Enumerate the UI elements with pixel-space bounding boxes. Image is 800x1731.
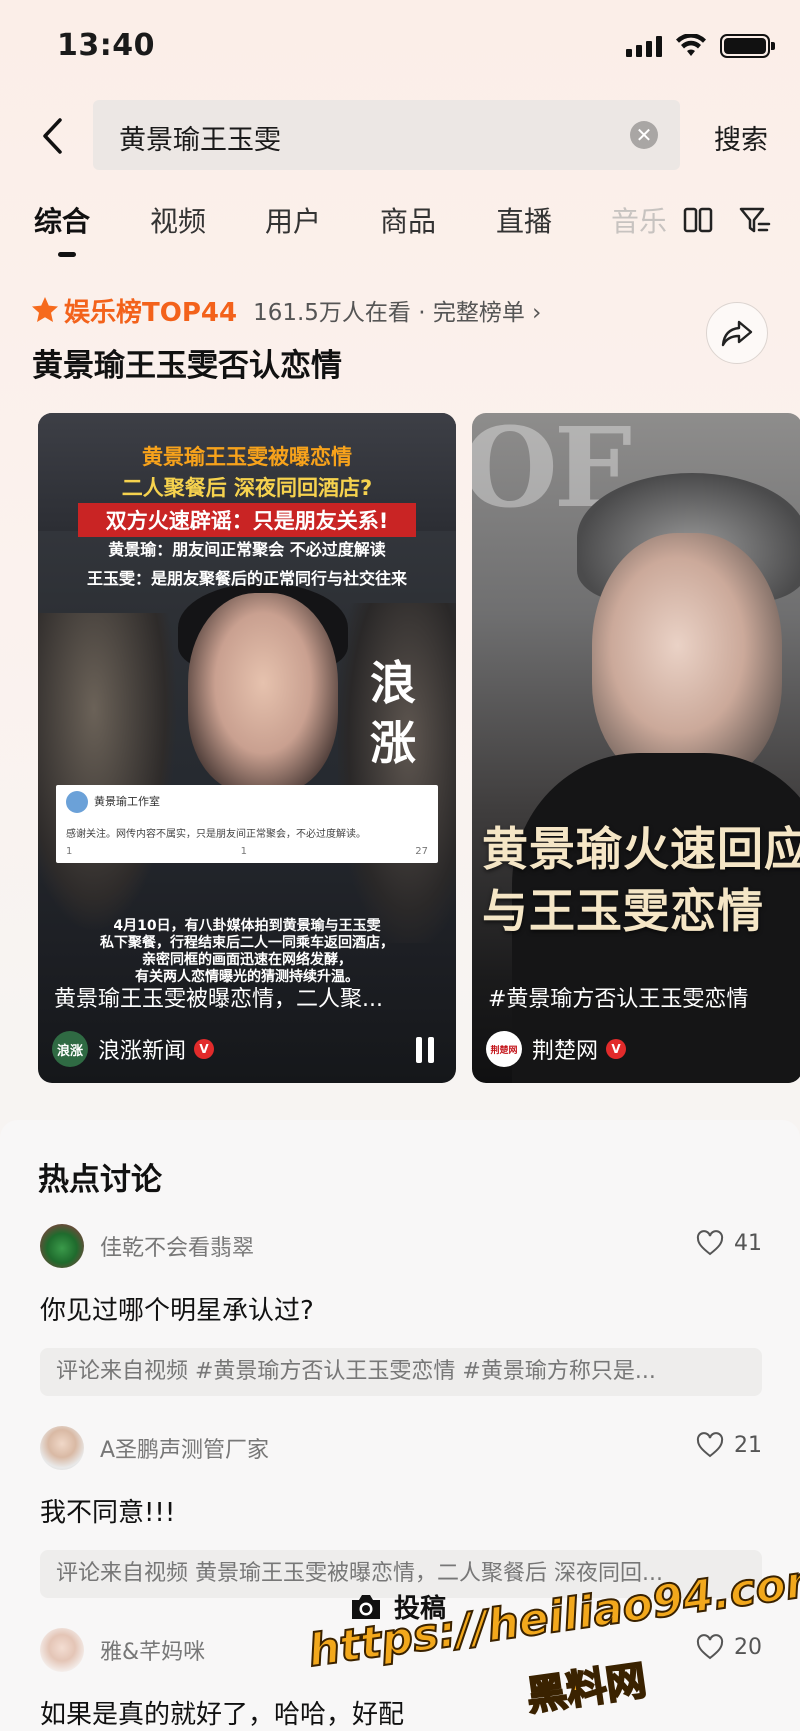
avatar[interactable] <box>40 1426 84 1470</box>
ranking-label: 娱乐榜TOP44 <box>64 297 238 328</box>
clear-search-icon[interactable]: ✕ <box>630 121 658 149</box>
like-count: 21 <box>734 1432 762 1458</box>
wifi-icon <box>676 34 706 56</box>
like-count: 41 <box>734 1230 762 1256</box>
status-bar: 13:40 <box>0 0 800 96</box>
back-button[interactable] <box>32 112 72 160</box>
overlay-title-1: 黄景瑜王玉雯被曝恋情 <box>142 445 352 469</box>
chevron-left-icon <box>43 118 62 154</box>
comment-source-ref[interactable]: 评论来自视频 #黄景瑜方否认王玉雯恋情 #黄景瑜方称只是... <box>40 1348 762 1396</box>
like-count: 27 <box>415 846 428 857</box>
post-text: 我不同意!!! <box>40 1498 176 1528</box>
overlay-title-2: 二人聚餐后 深夜同回酒店? <box>121 476 373 500</box>
overlay-subtitle-2: 王玉雯：是朋友聚餐后的正常同行与社交往来 <box>86 569 407 588</box>
source-name: 荆楚网 <box>532 1039 599 1064</box>
search-input[interactable]: 黄景瑜王玉雯 ✕ <box>93 100 680 170</box>
section-title: 热点讨论 <box>38 1162 162 1198</box>
caption-line: 私下聚餐，行程结束后二人一同乘车返回酒店， <box>100 935 394 951</box>
post-username[interactable]: 雅&芊妈咪 <box>100 1634 205 1666</box>
overlay-title-1: 黄景瑜火速回应 <box>482 822 800 876</box>
source-name: 浪涨新闻 <box>98 1039 187 1064</box>
like-button[interactable]: 21 <box>696 1432 762 1458</box>
cellular-signal-icon <box>626 35 662 57</box>
share-button[interactable] <box>706 302 768 364</box>
video-title[interactable]: 黄景瑜王玉雯被曝恋情，二人聚... <box>54 981 446 1013</box>
avatar[interactable] <box>40 1628 84 1672</box>
status-icons <box>626 34 775 58</box>
comment-count: 1 <box>240 846 247 857</box>
tab-comprehensive[interactable]: 综合 <box>34 200 90 240</box>
status-time: 13:40 <box>57 28 155 63</box>
overlay-title-2: 与王玉雯恋情 <box>482 884 764 938</box>
heart-icon <box>696 1432 724 1458</box>
tab-products[interactable]: 商品 <box>380 200 436 240</box>
post-username[interactable]: A圣鹏声测管厂家 <box>100 1432 269 1464</box>
caption-line: 亲密同框的画面迅速在网络发酵， <box>142 952 352 968</box>
video-title[interactable]: #黄景瑜方否认王玉雯恋情 <box>488 981 792 1013</box>
post-text: 你见过哪个明星承认过? <box>40 1296 314 1326</box>
video-card-carousel: 黄景瑜王玉雯被曝恋情 二人聚餐后 深夜同回酒店? 双方火速辟谣：只是朋友关系! … <box>38 413 800 1085</box>
video-card[interactable]: OF 黄景瑜火速回应 与王玉雯恋情 #黄景瑜方否认王玉雯恋情 荆楚网 荆楚网 V <box>472 413 800 1083</box>
video-source[interactable]: 浪涨 浪涨新闻 V <box>52 1031 215 1067</box>
search-row: 黄景瑜王玉雯 ✕ 搜索 <box>0 100 800 172</box>
avatar[interactable] <box>40 1224 84 1268</box>
caption-line: 4月10日，有八卦媒体拍到黄景瑜与王玉雯 <box>113 918 381 934</box>
weibo-user: 黄景瑜工作室 <box>94 795 160 808</box>
watermark-name: 黑料网 <box>523 1657 650 1721</box>
filter-icon[interactable] <box>738 204 772 236</box>
overlay-title-3: 双方火速辟谣：只是朋友关系! <box>78 503 416 537</box>
repost-count: 1 <box>66 846 73 857</box>
ranking-meta[interactable]: 161.5万人在看 · 完整榜单 › <box>253 293 541 327</box>
heart-icon <box>696 1230 724 1256</box>
share-icon <box>721 320 753 347</box>
source-logo: 荆楚网 <box>486 1031 522 1067</box>
person-face <box>592 533 782 783</box>
tab-live[interactable]: 直播 <box>496 200 552 240</box>
topic-headline[interactable]: 黄景瑜王玉雯否认恋情 <box>32 340 342 385</box>
post-username[interactable]: 佳乾不会看翡翠 <box>100 1230 254 1262</box>
person-face <box>188 593 338 793</box>
video-caption: 4月10日，有八卦媒体拍到黄景瑜与王玉雯 私下聚餐，行程结束后二人一同乘车返回酒… <box>38 918 456 986</box>
like-button[interactable]: 41 <box>696 1230 762 1256</box>
search-query: 黄景瑜王玉雯 <box>119 125 281 156</box>
source-logo: 浪涨 <box>52 1031 88 1067</box>
verified-badge-icon: V <box>606 1039 627 1059</box>
video-card[interactable]: 黄景瑜王玉雯被曝恋情 二人聚餐后 深夜同回酒店? 双方火速辟谣：只是朋友关系! … <box>38 413 456 1083</box>
tab-video[interactable]: 视频 <box>150 200 206 240</box>
video-source[interactable]: 荆楚网 荆楚网 V <box>486 1031 627 1067</box>
layout-toggle-icon[interactable] <box>682 204 714 236</box>
result-tabs: 综合 视频 用户 商品 直播 音乐 <box>0 196 800 266</box>
avatar <box>66 791 88 813</box>
pause-icon[interactable] <box>416 1037 434 1063</box>
star-icon <box>32 297 58 322</box>
crowd-background <box>38 613 178 933</box>
tab-users[interactable]: 用户 <box>265 200 321 240</box>
search-button[interactable]: 搜索 <box>714 118 768 157</box>
ranking-banner[interactable]: 娱乐榜TOP44 161.5万人在看 · 完整榜单 › <box>30 290 541 330</box>
weibo-stats: 1 1 27 <box>66 846 428 857</box>
active-tab-indicator <box>58 252 76 257</box>
battery-icon <box>720 34 775 58</box>
media-watermark-logo: 浪涨 <box>370 656 416 770</box>
weibo-text: 感谢关注。网传内容不属实，只是朋友间正常聚会，不必过度解读。 <box>66 829 366 840</box>
tab-music[interactable]: 音乐 <box>611 200 667 240</box>
weibo-screenshot: 黄景瑜工作室 感谢关注。网传内容不属实，只是朋友间正常聚会，不必过度解读。 1 … <box>56 785 438 863</box>
verified-badge-icon: V <box>194 1039 215 1059</box>
overlay-subtitle-1: 黄景瑜：朋友间正常聚会 不必过度解读 <box>108 540 386 559</box>
